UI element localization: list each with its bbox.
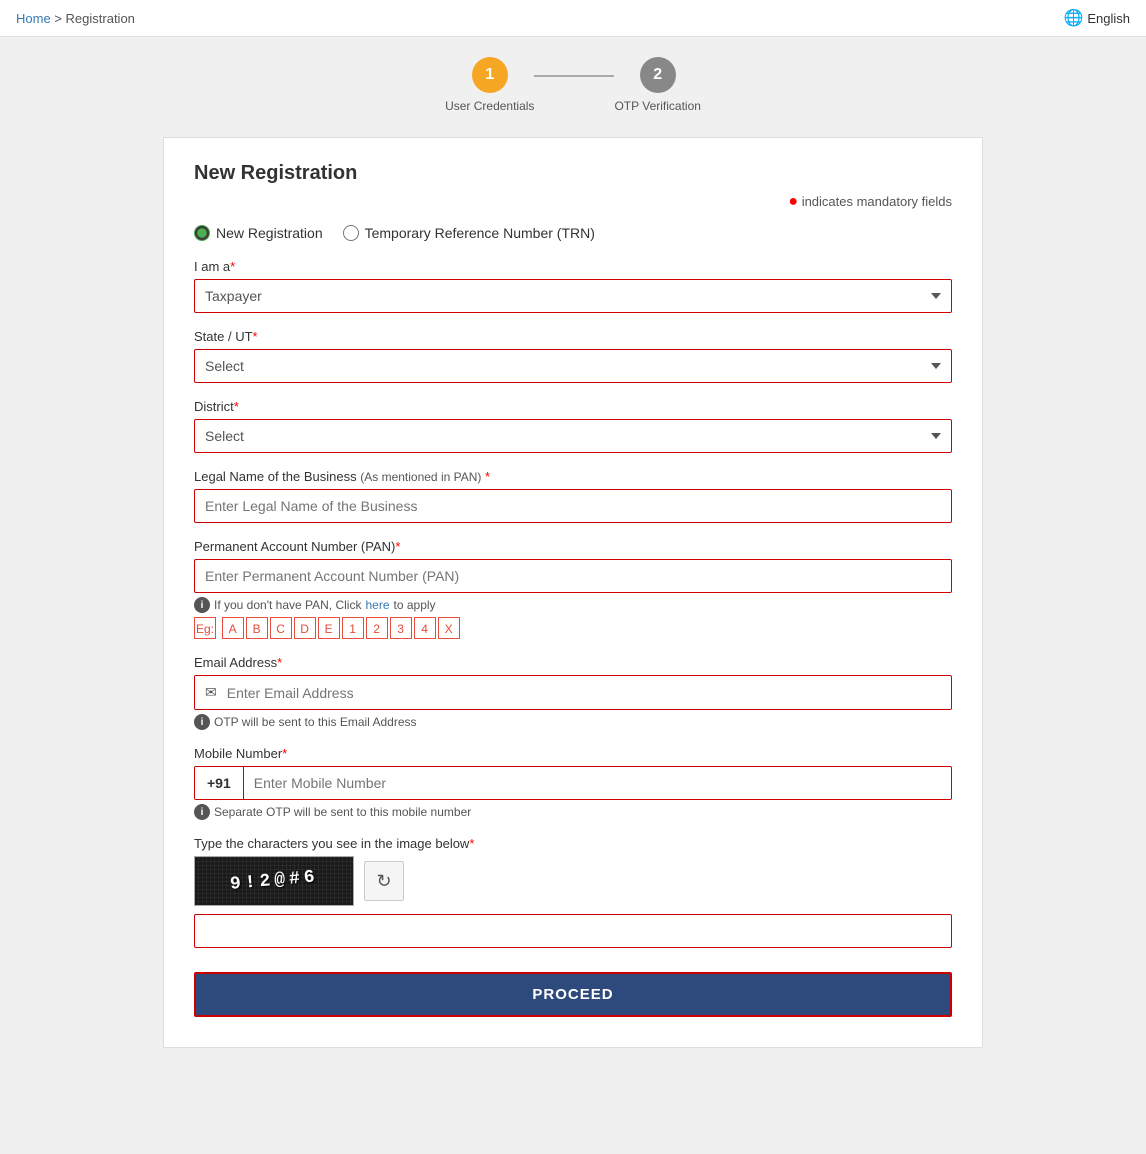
main-container: 1 User Credentials 2 OTP Verification Ne… [143, 37, 1003, 1068]
proceed-button[interactable]: PROCEED [194, 972, 952, 1017]
step-1-circle: 1 [472, 57, 508, 93]
pan-group: Permanent Account Number (PAN)* i If you… [194, 539, 952, 639]
breadcrumb-current: Registration [66, 11, 135, 26]
mobile-otp-text: Separate OTP will be sent to this mobile… [214, 805, 471, 819]
mobile-group: Mobile Number* +91 i Separate OTP will b… [194, 746, 952, 820]
legal-name-required: * [485, 469, 490, 484]
pan-char-4: 4 [414, 617, 436, 639]
radio-new-input[interactable] [194, 225, 210, 241]
district-group: District* Select [194, 399, 952, 453]
step-2-circle: 2 [640, 57, 676, 93]
pan-char-B: B [246, 617, 268, 639]
mobile-info-icon: i [194, 804, 210, 820]
i-am-a-group: I am a* Taxpayer [194, 259, 952, 313]
captcha-input[interactable] [194, 914, 952, 948]
captcha-label: Type the characters you see in the image… [194, 836, 952, 851]
state-required: * [253, 329, 258, 344]
home-link[interactable]: Home [16, 11, 51, 26]
district-required: * [234, 399, 239, 414]
legal-name-label: Legal Name of the Business (As mentioned… [194, 469, 952, 484]
mobile-prefix: +91 [195, 767, 244, 799]
globe-icon: 🌐 [1063, 8, 1083, 28]
captcha-image: 9!2@#6 [194, 856, 354, 906]
email-info-icon: i [194, 714, 210, 730]
mandatory-text: indicates mandatory fields [802, 194, 952, 209]
i-am-a-label: I am a* [194, 259, 952, 274]
email-input-wrapper: ✉ [194, 675, 952, 710]
pan-label: Permanent Account Number (PAN)* [194, 539, 952, 554]
pan-help-link[interactable]: here [365, 598, 389, 612]
pan-help-text: If you don't have PAN, Click [214, 598, 361, 612]
step-1: 1 User Credentials [445, 57, 534, 113]
mobile-required: * [282, 746, 287, 761]
radio-new-registration[interactable]: New Registration [194, 225, 323, 241]
state-group: State / UT* Select [194, 329, 952, 383]
page-title: New Registration [194, 162, 952, 185]
email-otp-text: OTP will be sent to this Email Address [214, 715, 417, 729]
captcha-section: Type the characters you see in the image… [194, 836, 952, 948]
pan-char-3: 3 [390, 617, 412, 639]
i-am-a-required: * [230, 259, 235, 274]
envelope-icon: ✉ [195, 676, 227, 709]
state-select[interactable]: Select [194, 349, 952, 383]
pan-help-suffix: to apply [394, 598, 436, 612]
radio-new-label: New Registration [216, 225, 323, 241]
pan-char-E: E [318, 617, 340, 639]
email-label: Email Address* [194, 655, 952, 670]
radio-trn-label: Temporary Reference Number (TRN) [365, 225, 595, 241]
legal-name-group: Legal Name of the Business (As mentioned… [194, 469, 952, 523]
captcha-refresh-button[interactable]: ↻ [364, 861, 404, 901]
i-am-a-select[interactable]: Taxpayer [194, 279, 952, 313]
breadcrumb: Home > Registration [16, 11, 135, 26]
step-1-label: User Credentials [445, 99, 534, 113]
mobile-label: Mobile Number* [194, 746, 952, 761]
pan-char-1: 1 [342, 617, 364, 639]
mobile-input[interactable] [244, 767, 951, 799]
captcha-required: * [469, 836, 474, 851]
radio-trn-input[interactable] [343, 225, 359, 241]
email-required: * [277, 655, 282, 670]
district-label: District* [194, 399, 952, 414]
legal-name-sub: (As mentioned in PAN) [360, 470, 481, 484]
mandatory-dot: ● [788, 193, 798, 210]
pan-example-label: Eg: [194, 617, 216, 639]
top-bar: Home > Registration 🌐 English [0, 0, 1146, 37]
pan-example: Eg: ABCDE1234X [194, 617, 952, 639]
pan-input[interactable] [194, 559, 952, 593]
pan-char-C: C [270, 617, 292, 639]
pan-char-X: X [438, 617, 460, 639]
mandatory-note: ● indicates mandatory fields [194, 193, 952, 211]
email-input[interactable] [227, 677, 951, 709]
info-icon: i [194, 597, 210, 613]
pan-required: * [395, 539, 400, 554]
breadcrumb-separator: > [54, 11, 65, 26]
registration-type-group: New Registration Temporary Reference Num… [194, 225, 952, 241]
step-2-label: OTP Verification [614, 99, 700, 113]
pan-char-D: D [294, 617, 316, 639]
pan-char-2: 2 [366, 617, 388, 639]
email-otp-note: i OTP will be sent to this Email Address [194, 714, 952, 730]
stepper: 1 User Credentials 2 OTP Verification [163, 57, 983, 113]
mobile-input-wrapper: +91 [194, 766, 952, 800]
pan-char-A: A [222, 617, 244, 639]
step-2: 2 OTP Verification [614, 57, 700, 113]
district-select[interactable]: Select [194, 419, 952, 453]
email-group: Email Address* ✉ i OTP will be sent to t… [194, 655, 952, 730]
language-selector[interactable]: 🌐 English [1063, 8, 1130, 28]
radio-trn[interactable]: Temporary Reference Number (TRN) [343, 225, 595, 241]
pan-help: i If you don't have PAN, Click here to a… [194, 597, 952, 613]
step-connector [534, 75, 614, 77]
language-label: English [1087, 11, 1130, 26]
form-card: New Registration ● indicates mandatory f… [163, 137, 983, 1048]
state-label: State / UT* [194, 329, 952, 344]
captcha-row: 9!2@#6 ↻ [194, 856, 952, 906]
legal-name-input[interactable] [194, 489, 952, 523]
mobile-otp-note: i Separate OTP will be sent to this mobi… [194, 804, 952, 820]
